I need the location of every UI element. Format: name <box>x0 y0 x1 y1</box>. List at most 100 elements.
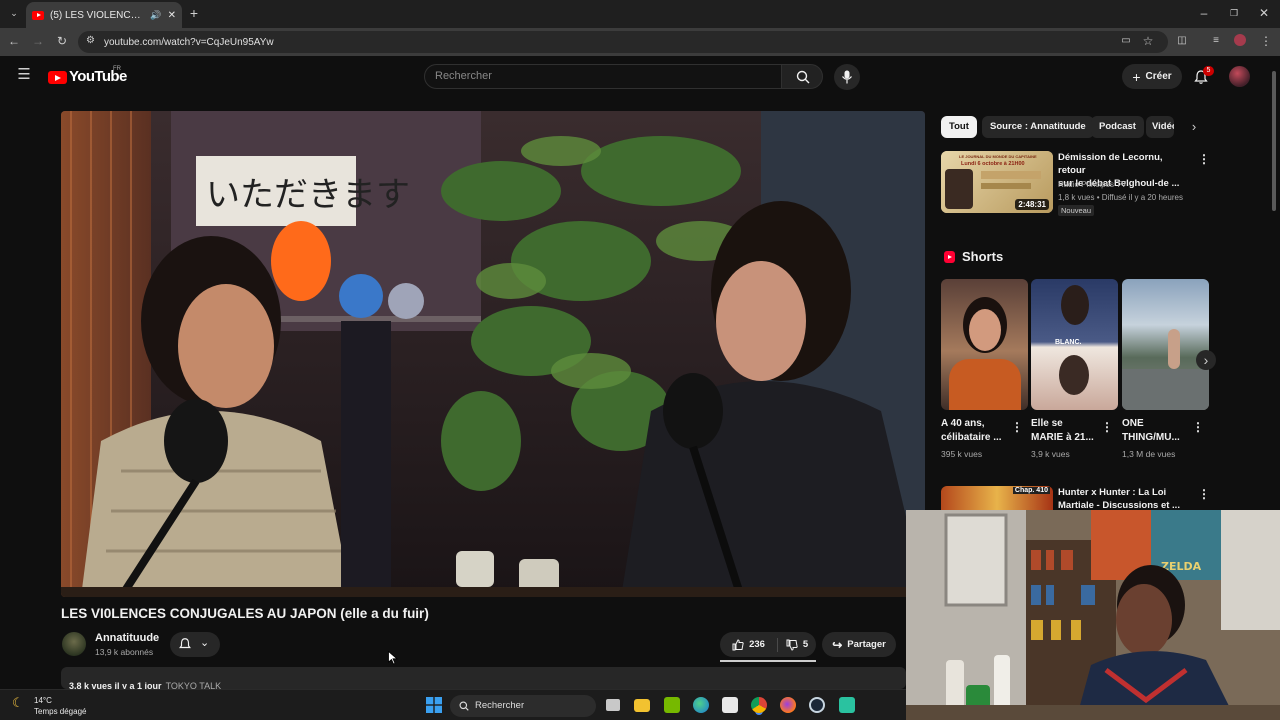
more-actions-icon[interactable]: ⋮ <box>1198 487 1210 501</box>
file-explorer-icon[interactable] <box>634 699 650 712</box>
page-scrollbar[interactable] <box>1270 63 1278 213</box>
new-tab-icon[interactable]: + <box>186 6 202 22</box>
bookmark-star-icon[interactable]: ☆ <box>1140 34 1156 50</box>
like-ratio-bar <box>720 660 816 662</box>
description-tag[interactable]: TOKYO TALK <box>166 681 222 689</box>
mouse-cursor-icon <box>388 651 398 665</box>
shorts-next-icon[interactable]: › <box>1196 350 1216 370</box>
nvidia-icon[interactable] <box>664 697 680 713</box>
thumbnail-chapter-text: Chap. 410 <box>1012 487 1050 494</box>
channel-avatar[interactable] <box>62 632 86 656</box>
search-icon <box>459 701 469 711</box>
weather-widget[interactable]: ☾ 14°C Temps dégagé <box>12 695 86 717</box>
short-thumb-text: BLANC. <box>1055 339 1082 346</box>
short-more-icon[interactable]: ⋮ <box>1192 420 1204 434</box>
short-more-icon[interactable]: ⋮ <box>1011 420 1023 434</box>
extensions-icon[interactable]: ◫ <box>1174 34 1190 50</box>
browser-tab-bar: ⌄ (5) LES VIOLENCES CONJUGALES AU JAPON … <box>0 0 1280 28</box>
forward-icon[interactable]: → <box>30 34 46 50</box>
new-badge: Nouveau <box>1058 205 1095 216</box>
moon-icon: ☾ <box>12 695 24 710</box>
youtube-logo-icon[interactable] <box>48 71 67 84</box>
plus-icon: + <box>1132 68 1141 85</box>
webcam-feed: ZELDA <box>906 510 1280 720</box>
share-button[interactable]: ↪ Partager <box>822 632 896 657</box>
dislike-button[interactable]: 5 <box>778 639 816 651</box>
short-views: 3,9 k vues <box>1031 449 1070 459</box>
steam-icon[interactable] <box>809 697 825 713</box>
media-controls-icon[interactable]: ≡ <box>1208 34 1224 50</box>
video-player[interactable]: いただきます <box>61 111 925 597</box>
short-more-icon[interactable]: ⋮ <box>1101 420 1113 434</box>
notification-count-badge: 5 <box>1203 66 1214 76</box>
webcam-overlay: ZELDA <box>906 510 1280 720</box>
thumbnail-date-text: Lundi 6 octobre à 21H00 <box>961 161 1025 167</box>
short-views: 395 k vues <box>941 449 983 459</box>
video-frame: いただきます <box>61 111 925 597</box>
store-icon[interactable] <box>722 697 738 713</box>
chip-all[interactable]: Tout <box>941 116 977 138</box>
profile-icon[interactable] <box>1232 34 1248 50</box>
account-avatar[interactable] <box>1229 66 1250 87</box>
dislike-count: 5 <box>802 639 809 650</box>
task-view-icon[interactable] <box>606 699 620 711</box>
search-button[interactable] <box>781 64 823 89</box>
thumbnail-header-text: LE JOURNAL DU MONDE DU CAPITAINE <box>959 154 1037 159</box>
close-window-icon[interactable]: ✕ <box>1256 6 1272 22</box>
subscriber-count: 13,9 k abonnés <box>95 647 154 657</box>
short-thumbnail[interactable] <box>1122 279 1209 410</box>
create-button[interactable]: + Créer <box>1122 64 1182 89</box>
tab-audio-icon[interactable]: 🔊 <box>150 10 161 21</box>
voice-search-button[interactable] <box>834 64 860 90</box>
browser-tab[interactable]: (5) LES VIOLENCES CONJUGALES AU JAPON (e… <box>26 2 182 28</box>
taskbar-search[interactable]: Rechercher <box>450 695 596 717</box>
site-info-icon[interactable]: ⚙ <box>86 35 95 46</box>
video-title: LES VI0LENCES CONJUGALES AU JAPON (elle … <box>61 606 429 621</box>
recommended-thumbnail[interactable]: Chap. 410 <box>941 486 1053 510</box>
recommended-channel[interactable]: Radio Principes TV <box>1058 180 1126 189</box>
like-dislike-group: 236 5 <box>720 632 816 657</box>
share-icon: ↪ <box>832 637 843 652</box>
short-title[interactable]: Elle se MARIE à 21... <box>1031 417 1103 445</box>
youtube-favicon-icon <box>32 10 44 20</box>
chip-videos[interactable]: Vidéos <box>1146 116 1174 138</box>
recommended-title[interactable]: Hunter x Hunter : La Loi Martiale - Disc… <box>1058 486 1188 512</box>
short-thumbnail[interactable]: BLANC. <box>1031 279 1118 410</box>
bell-icon <box>179 638 191 649</box>
tab-title: (5) LES VIOLENCES CONJUGALES AU JAPON (e… <box>50 9 144 21</box>
video-description-box[interactable]: 3,8 k vues il y a 1 jour TOKYO TALK <box>61 667 906 689</box>
microphone-icon <box>842 70 852 84</box>
edge-icon[interactable] <box>693 697 709 713</box>
address-bar[interactable]: ⚙ youtube.com/watch?v=CqJeUn95AYw <box>78 31 1168 53</box>
browser-toolbar: ← → ↻ ⚙ youtube.com/watch?v=CqJeUn95AYw … <box>0 28 1280 56</box>
short-thumbnail[interactable] <box>941 279 1028 410</box>
windows-start-icon[interactable] <box>426 697 442 713</box>
chevron-down-icon: ⌄ <box>200 637 210 649</box>
minimize-icon[interactable]: – <box>1196 6 1212 22</box>
chips-next-icon[interactable]: › <box>1186 120 1202 136</box>
chip-podcast[interactable]: Podcast <box>1091 116 1144 138</box>
hamburger-menu-icon[interactable]: ☰ <box>16 67 32 84</box>
browser-menu-icon[interactable]: ⋮ <box>1258 34 1274 50</box>
chrome-icon[interactable] <box>751 697 767 713</box>
more-actions-icon[interactable]: ⋮ <box>1198 152 1210 166</box>
short-title[interactable]: ONE THING/MU... <box>1122 417 1194 445</box>
short-title[interactable]: A 40 ans, célibataire ... <box>941 417 1013 445</box>
thumbs-up-icon <box>732 638 744 650</box>
restore-icon[interactable]: ❐ <box>1226 6 1242 22</box>
firefox-icon[interactable] <box>780 697 796 713</box>
chip-source[interactable]: Source : Annatituude <box>982 116 1094 138</box>
back-icon[interactable]: ← <box>6 34 22 50</box>
create-label: Créer <box>1145 71 1172 82</box>
reload-icon[interactable]: ↻ <box>54 34 70 50</box>
cast-icon[interactable]: ▭ <box>1118 34 1134 50</box>
tab-close-icon[interactable]: ✕ <box>168 10 176 21</box>
tab-search-icon[interactable]: ⌄ <box>6 6 22 22</box>
subscription-notifications-button[interactable]: ⌄ <box>170 632 220 657</box>
channel-name[interactable]: Annatituude <box>95 632 159 644</box>
logo-region: FR <box>113 66 121 72</box>
search-input[interactable]: Rechercher <box>424 64 782 89</box>
app-icon[interactable] <box>839 697 855 713</box>
like-button[interactable]: 236 <box>720 637 778 652</box>
recommended-thumbnail[interactable]: LE JOURNAL DU MONDE DU CAPITAINE Lundi 6… <box>941 151 1053 213</box>
